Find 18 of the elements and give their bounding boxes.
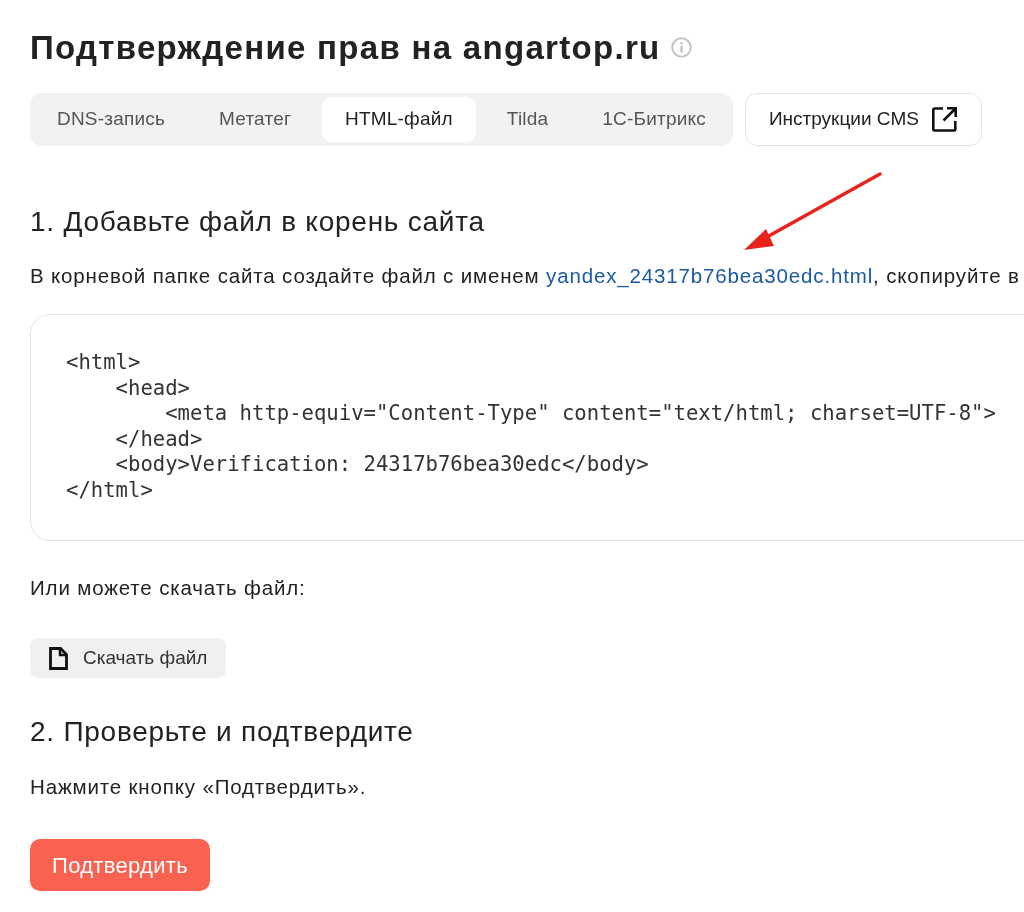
tab[interactable]: Метатег <box>196 97 315 142</box>
page-title: Подтверждение прав на angartop.ru <box>30 28 661 68</box>
file-icon <box>49 646 68 670</box>
cms-instructions-button[interactable]: Инструкции CMS <box>744 93 983 146</box>
tab[interactable]: DNS-запись <box>34 97 189 142</box>
file-name-link[interactable]: yandex_24317b76bea30edc.html <box>546 264 874 287</box>
download-file-button[interactable]: Скачать файл <box>30 638 227 678</box>
instruction-text: В корневой папке сайта создайте файл с именем yandex_24317b76bea30edc.html, скопируйте в <box>30 263 1021 289</box>
tab[interactable]: 1С-Битрикс <box>579 97 729 142</box>
step-heading: 1. Добавьте файл в корень сайта <box>30 205 486 239</box>
code-text: <html> <head> <meta http-equiv="Content-Type" content="text/html; charset=UTF-8"> </head> <body>Verification: 24317b76bea30edc</body> </html> <box>66 350 997 503</box>
instruction-text: Нажмите кнопку «Подтвердить». <box>30 774 368 800</box>
external-link-icon <box>931 106 959 133</box>
step-heading: 2. Проверьте и подтвердите <box>30 715 415 749</box>
tab[interactable]: Tilda <box>483 97 572 142</box>
info-icon[interactable] <box>670 37 692 58</box>
tab[interactable]: HTML-файл <box>322 97 476 142</box>
download-text: Или можете скачать файл: <box>30 575 307 601</box>
